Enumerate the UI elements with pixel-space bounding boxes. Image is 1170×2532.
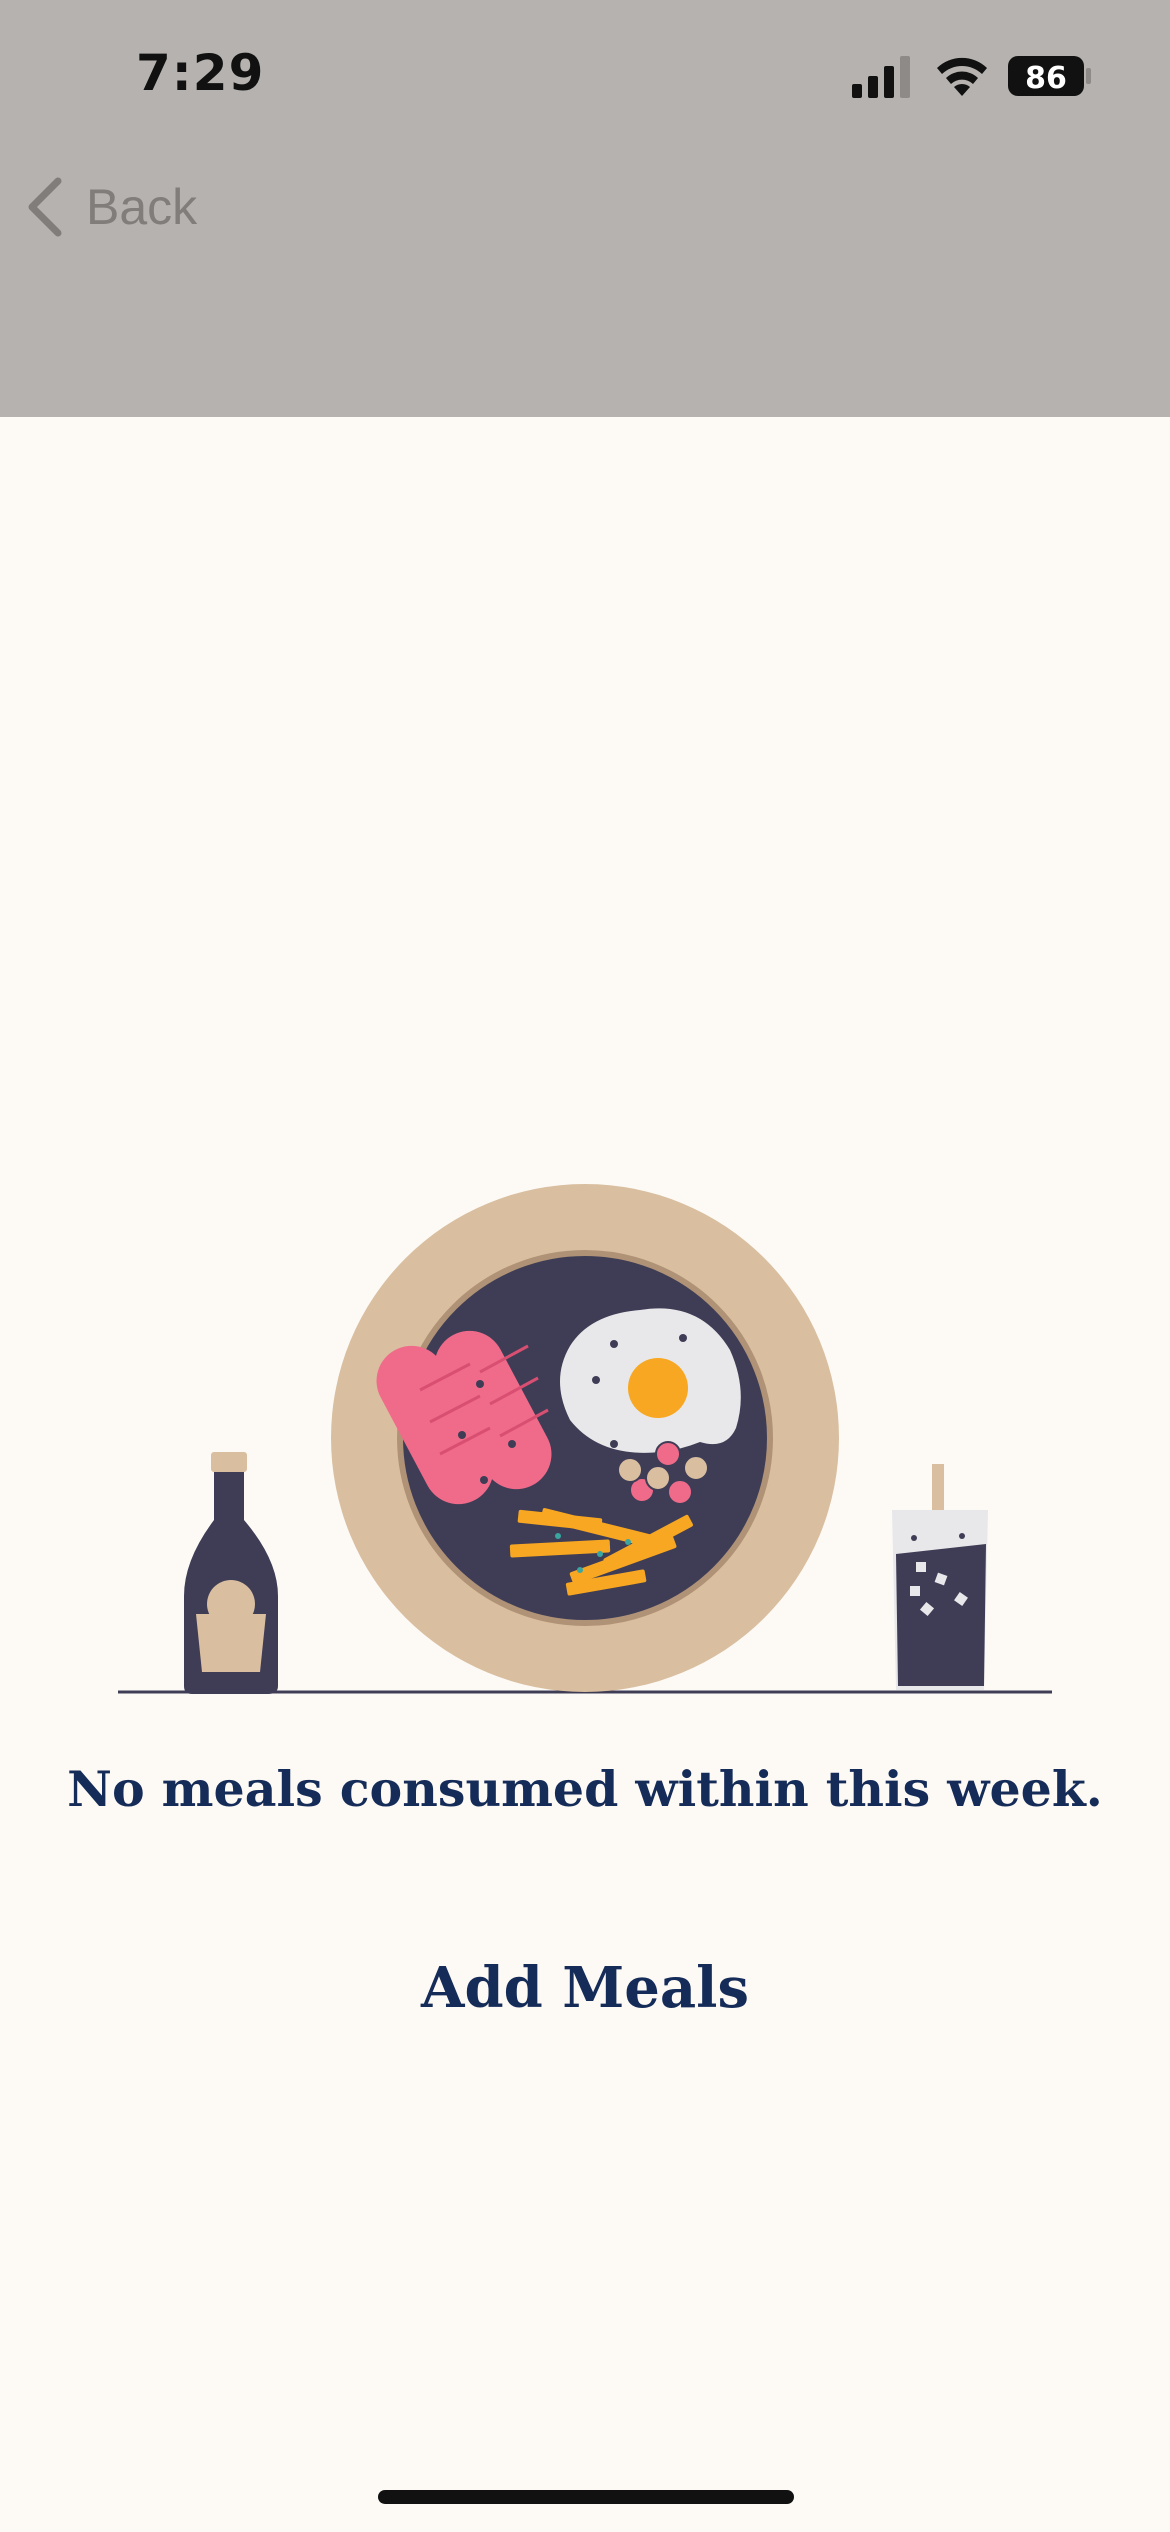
back-label: Back bbox=[86, 179, 198, 235]
sauce-bottle-illustration bbox=[184, 1452, 278, 1694]
drink-glass-illustration bbox=[892, 1464, 988, 1690]
cellular-signal-icon bbox=[852, 56, 910, 98]
battery-level: 86 bbox=[1025, 61, 1067, 96]
header-area: 7:29 86 Back bbox=[0, 0, 1170, 417]
chevron-left-icon bbox=[28, 177, 62, 237]
battery-icon: 86 bbox=[1008, 54, 1092, 98]
fried-egg bbox=[560, 1308, 741, 1453]
back-button[interactable]: Back bbox=[24, 170, 197, 244]
plate-illustration bbox=[331, 1184, 839, 1692]
meal-plate-illustration bbox=[118, 1184, 1052, 1694]
empty-state-message: No meals consumed within this week. bbox=[67, 1760, 1103, 1818]
home-indicator[interactable] bbox=[378, 2490, 794, 2504]
status-time: 7:29 bbox=[136, 44, 265, 102]
wifi-icon bbox=[937, 57, 987, 96]
add-meals-button[interactable]: Add Meals bbox=[385, 1940, 785, 2036]
